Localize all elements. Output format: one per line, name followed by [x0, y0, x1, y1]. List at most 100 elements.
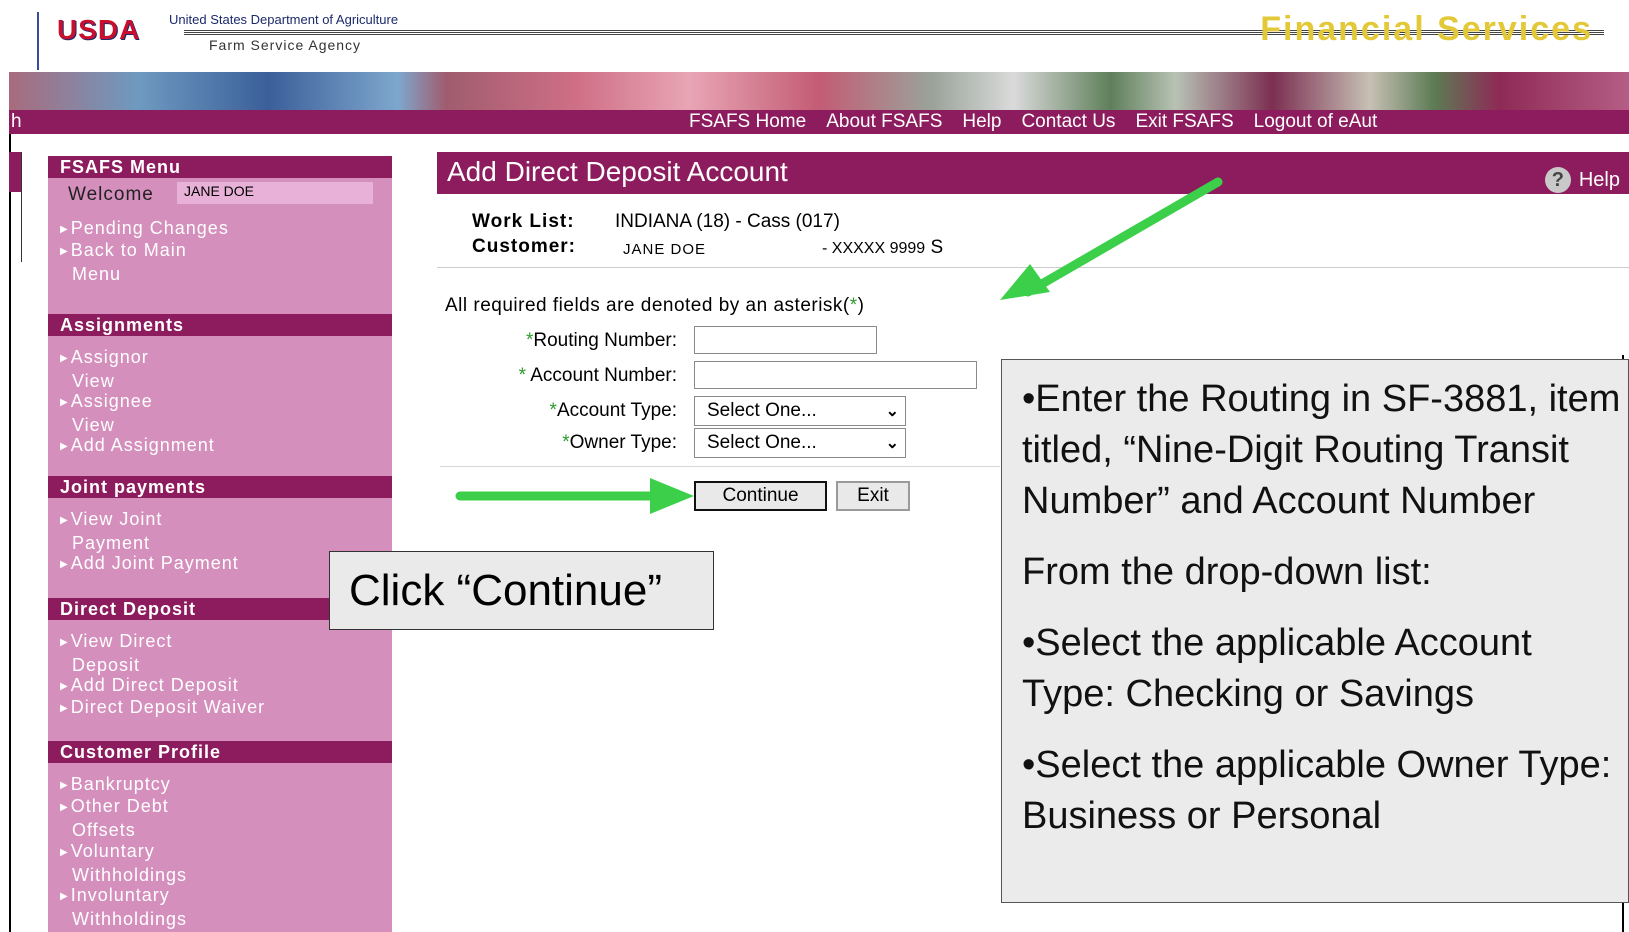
- top-nav-bar: h FSAFS Home About FSAFS Help Contact Us…: [9, 110, 1629, 134]
- triangle-right-icon: ▶: [60, 802, 69, 813]
- photo-banner: [9, 72, 1629, 112]
- sidebar-item-voluntary-withholdings[interactable]: ▶ Voluntary Withholdings: [60, 840, 187, 886]
- account-number-label-text: Account Number:: [530, 365, 677, 386]
- triangle-right-icon: ▶: [60, 224, 69, 235]
- sidebar-item-view-joint-payment[interactable]: ▶ View Joint Payment: [60, 508, 162, 554]
- worklist-label: Work List:: [472, 211, 575, 232]
- sidebar-item-pending-changes[interactable]: ▶ Pending Changes: [60, 217, 229, 241]
- required-fields-note: All required fields are denoted by an as…: [445, 295, 865, 317]
- sidebar-item-label: Bankruptcy: [70, 774, 171, 794]
- nav-exit-fsafs[interactable]: Exit FSAFS: [1135, 110, 1233, 134]
- triangle-right-icon: ▶: [60, 637, 69, 648]
- sidebar-item-add-assignment[interactable]: ▶ Add Assignment: [60, 434, 215, 458]
- frame-left-line: [9, 0, 11, 932]
- sidebar-item-back-to-main-menu[interactable]: ▶ Back to Main Menu: [60, 239, 187, 285]
- instruction-routing: •Enter the Routing in SF-3881, item titl…: [1022, 378, 1621, 522]
- owner-type-selected: Select One...: [707, 432, 817, 453]
- sidebar-menu-title: FSAFS Menu: [48, 156, 392, 178]
- required-asterisk: *: [518, 365, 526, 386]
- required-asterisk: *: [549, 400, 557, 421]
- sidebar-item-add-direct-deposit[interactable]: ▶ Add Direct Deposit: [60, 674, 239, 698]
- sidebar-item-label: Involuntary: [70, 885, 170, 905]
- sidebar-item-label-cont: View: [72, 415, 115, 435]
- sidebar-section-joint-payments: Joint payments: [48, 476, 392, 498]
- account-type-selected: Select One...: [707, 400, 817, 421]
- help-link[interactable]: ? Help: [1544, 160, 1620, 200]
- nav-help[interactable]: Help: [962, 110, 1001, 134]
- nav-fsafs-home[interactable]: FSAFS Home: [689, 110, 806, 134]
- required-asterisk: *: [562, 432, 570, 453]
- routing-number-input[interactable]: [694, 326, 877, 354]
- sidebar-item-label: Add Direct Deposit: [70, 675, 239, 695]
- account-type-label-text: Account Type:: [556, 400, 677, 421]
- screenshot-root: USDA United States Department of Agricul…: [0, 0, 1629, 932]
- required-note-text: All required fields are denoted by an as…: [445, 295, 850, 316]
- nav-logout[interactable]: Logout of eAut: [1254, 110, 1378, 134]
- account-number-label: * Account Number:: [519, 365, 677, 387]
- sidebar-item-involuntary-withholdings[interactable]: ▶ Involuntary Withholdings: [60, 884, 187, 930]
- nav-contact-us[interactable]: Contact Us: [1021, 110, 1115, 134]
- site-header: USDA United States Department of Agricul…: [9, 0, 1629, 72]
- owner-type-label-text: Owner Type:: [569, 432, 677, 453]
- sidebar-section-customer-profile: Customer Profile: [48, 741, 392, 763]
- customer-id-suffix: S: [930, 237, 944, 258]
- sidebar-item-label-cont: Menu: [72, 264, 122, 284]
- chevron-down-icon: ⌄: [885, 435, 899, 452]
- triangle-right-icon: ▶: [60, 780, 69, 791]
- triangle-right-icon: ▶: [60, 891, 69, 902]
- instructions-callout: •Enter the Routing in SF-3881, item titl…: [1001, 359, 1629, 903]
- sidebar-item-label: Voluntary: [70, 841, 155, 861]
- owner-type-select[interactable]: Select One... ⌄: [694, 428, 906, 458]
- worklist-divider: [437, 267, 1629, 268]
- sidebar-item-add-joint-payment[interactable]: ▶ Add Joint Payment: [60, 552, 239, 576]
- sidebar-item-label: Assignee: [70, 391, 153, 411]
- continue-button[interactable]: Continue: [694, 481, 827, 511]
- customer-id-number: - XXXXX 9999: [822, 240, 926, 257]
- sidebar-item-view-direct-deposit[interactable]: ▶ View Direct Deposit: [60, 630, 172, 676]
- click-continue-callout: Click “Continue”: [329, 551, 714, 630]
- sidebar-item-bankruptcy[interactable]: ▶ Bankruptcy: [60, 773, 171, 797]
- agency-name: Farm Service Agency: [209, 37, 362, 53]
- nav-about-fsafs[interactable]: About FSAFS: [826, 110, 942, 134]
- account-type-select[interactable]: Select One... ⌄: [694, 396, 906, 426]
- welcome-user-name: JANE DOE: [177, 182, 373, 204]
- triangle-right-icon: ▶: [60, 681, 69, 692]
- sidebar-item-other-debt-offsets[interactable]: ▶ Other Debt Offsets: [60, 795, 169, 841]
- sidebar-item-label: Add Joint Payment: [70, 553, 239, 573]
- nav-leading-fragment: h: [11, 111, 22, 132]
- sidebar-section-assignments: Assignments: [48, 314, 392, 336]
- sidebar-item-direct-deposit-waiver[interactable]: ▶ Direct Deposit Waiver: [60, 696, 265, 720]
- worklist-value: INDIANA (18) - Cass (017): [615, 211, 840, 232]
- sidebar-item-label: Back to Main: [70, 240, 187, 260]
- page-title-bar: Add Direct Deposit Account ? Help: [437, 152, 1629, 194]
- account-type-label: *Account Type:: [550, 400, 677, 422]
- chevron-down-icon: ⌄: [885, 403, 899, 420]
- instruction-account-type: •Select the applicable Account Type: Che…: [1022, 622, 1532, 715]
- welcome-label: Welcome: [68, 184, 154, 205]
- triangle-right-icon: ▶: [60, 441, 69, 452]
- customer-name: JANE DOE: [623, 241, 707, 258]
- sidebar-item-assignor-view[interactable]: ▶ Assignor View: [60, 346, 149, 392]
- account-number-input[interactable]: [694, 361, 977, 389]
- owner-type-label: *Owner Type:: [562, 432, 677, 454]
- usda-logo[interactable]: USDA: [57, 10, 175, 50]
- triangle-right-icon: ▶: [60, 703, 69, 714]
- triangle-right-icon: ▶: [60, 559, 69, 570]
- sidebar-item-label-cont: Payment: [72, 533, 151, 553]
- sidebar-item-label-cont: View: [72, 371, 115, 391]
- sidebar-item-label: Pending Changes: [70, 218, 229, 238]
- question-mark-icon: ?: [1544, 167, 1571, 193]
- sidebar-item-label-cont: Deposit: [72, 655, 141, 675]
- triangle-right-icon: ▶: [60, 246, 69, 257]
- exit-button[interactable]: Exit: [836, 481, 910, 511]
- instruction-dropdown-intro: From the drop-down list:: [1022, 551, 1432, 593]
- sidebar-item-label: Assignor: [70, 347, 149, 367]
- sidebar-item-label: Direct Deposit Waiver: [70, 697, 266, 717]
- sidebar-item-label-cont: Withholdings: [72, 909, 188, 929]
- department-name: United States Department of Agriculture: [169, 12, 399, 27]
- instruction-owner-type: •Select the applicable Owner Type: Busin…: [1022, 744, 1612, 837]
- welcome-row: Welcome JANE DOE: [48, 182, 392, 205]
- sidebar-item-assignee-view[interactable]: ▶ Assignee View: [60, 390, 153, 436]
- arrow-to-asterisk: [1000, 177, 1223, 300]
- required-note-close: ): [857, 295, 865, 316]
